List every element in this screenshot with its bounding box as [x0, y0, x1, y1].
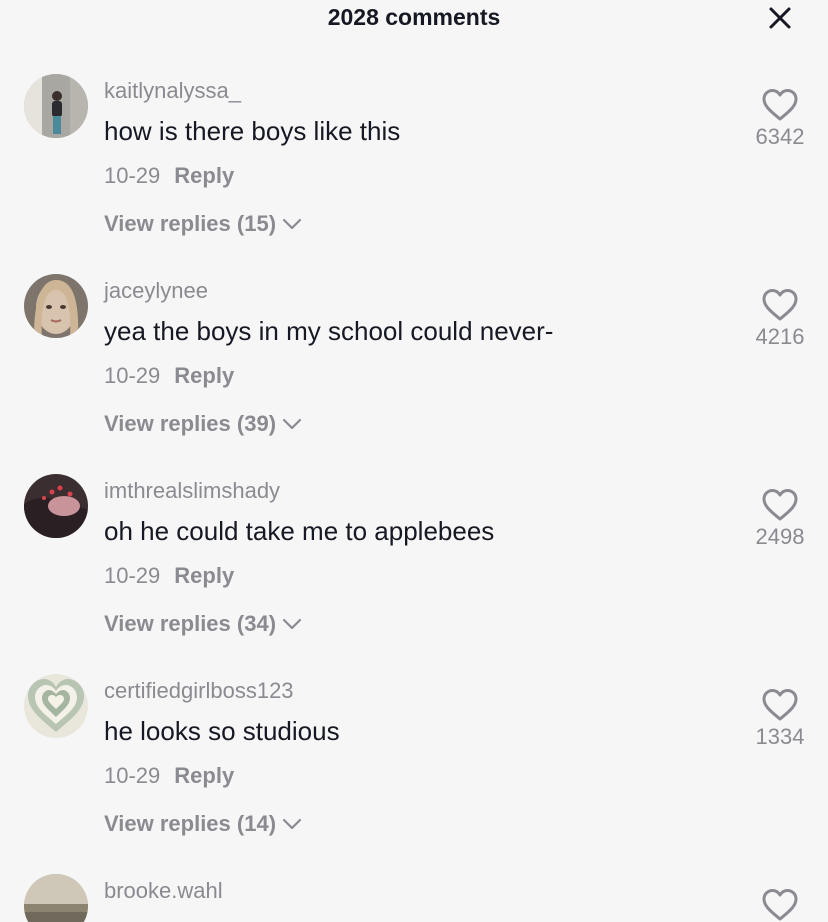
heart-icon[interactable]: [761, 488, 799, 522]
comment-username[interactable]: jaceylynee: [104, 278, 208, 304]
like-area: 6342: [740, 88, 820, 150]
comment-meta: 10-29 Reply: [104, 163, 234, 189]
comment-meta: 10-29 Reply: [104, 363, 234, 389]
heart-icon[interactable]: [761, 888, 799, 922]
comment-username[interactable]: certifiedgirlboss123: [104, 678, 294, 704]
reply-button[interactable]: Reply: [174, 763, 234, 788]
comments-count-title: 2028 comments: [327, 4, 501, 30]
avatar[interactable]: [24, 474, 88, 538]
reply-button[interactable]: Reply: [174, 563, 234, 588]
reply-button[interactable]: Reply: [174, 363, 234, 388]
chevron-down-icon: [282, 418, 302, 430]
close-button[interactable]: [762, 2, 798, 34]
reply-button[interactable]: Reply: [174, 163, 234, 188]
comment-item: brooke.wahl: [0, 874, 828, 922]
comments-header: 2028 comments: [0, 0, 828, 38]
comment-text: he looks so studious: [104, 716, 340, 746]
close-icon: [769, 7, 791, 29]
comment-item: imthrealslimshady oh he could take me to…: [0, 474, 828, 674]
comment-text: how is there boys like this: [104, 116, 401, 146]
view-replies-label: View replies (15): [104, 211, 277, 236]
view-replies-label: View replies (34): [104, 611, 277, 636]
like-area: 4216: [740, 288, 820, 350]
comment-username[interactable]: imthrealslimshady: [104, 478, 280, 504]
heart-icon[interactable]: [761, 688, 799, 722]
view-replies-label: View replies (14): [104, 811, 277, 836]
like-count: 1334: [755, 724, 805, 749]
avatar[interactable]: [24, 874, 88, 922]
comment-text: yea the boys in my school could never-: [104, 316, 554, 346]
comment-meta: 10-29 Reply: [104, 763, 234, 789]
heart-icon[interactable]: [761, 88, 799, 122]
comment-username[interactable]: brooke.wahl: [104, 878, 223, 904]
like-area: [740, 888, 820, 922]
comment-text: oh he could take me to applebees: [104, 516, 495, 546]
like-area: 2498: [740, 488, 820, 550]
comment-item: jaceylynee yea the boys in my school cou…: [0, 274, 828, 474]
comment-date: 10-29: [104, 763, 161, 788]
like-count: 4216: [755, 324, 805, 349]
comment-username[interactable]: kaitlynalyssa_: [104, 78, 241, 104]
heart-icon[interactable]: [761, 288, 799, 322]
avatar[interactable]: [24, 74, 88, 138]
view-replies-button[interactable]: View replies (39): [104, 411, 302, 437]
comment-meta: 10-29 Reply: [104, 563, 234, 589]
like-count: 2498: [755, 524, 805, 549]
view-replies-button[interactable]: View replies (15): [104, 211, 302, 237]
comment-date: 10-29: [104, 363, 161, 388]
view-replies-button[interactable]: View replies (14): [104, 811, 302, 837]
like-area: 1334: [740, 688, 820, 750]
chevron-down-icon: [282, 818, 302, 830]
view-replies-button[interactable]: View replies (34): [104, 611, 302, 637]
chevron-down-icon: [282, 218, 302, 230]
avatar[interactable]: [24, 274, 88, 338]
avatar[interactable]: [24, 674, 88, 738]
view-replies-label: View replies (39): [104, 411, 277, 436]
comment-item: kaitlynalyssa_ how is there boys like th…: [0, 74, 828, 274]
comment-item: certifiedgirlboss123 he looks so studiou…: [0, 674, 828, 874]
chevron-down-icon: [282, 618, 302, 630]
like-count: 6342: [755, 124, 805, 149]
comment-date: 10-29: [104, 163, 161, 188]
comment-date: 10-29: [104, 563, 161, 588]
